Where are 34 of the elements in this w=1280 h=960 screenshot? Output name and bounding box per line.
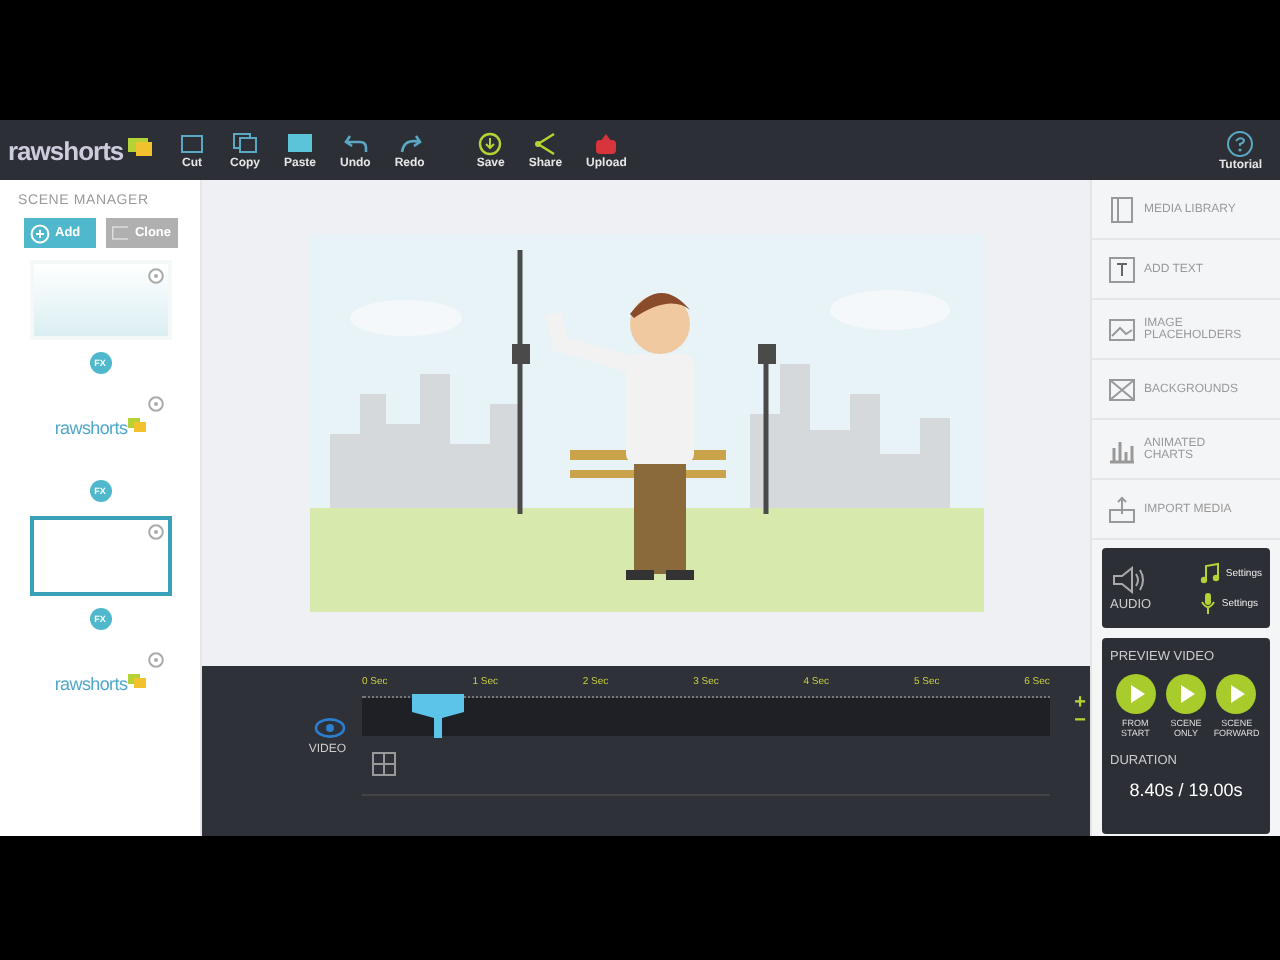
duration-value: 8.40s / 19.00s bbox=[1127, 780, 1245, 800]
box-icon bbox=[178, 131, 206, 155]
zoom-in-button[interactable]: + bbox=[1074, 694, 1086, 712]
undo-icon bbox=[341, 131, 370, 155]
options-icon bbox=[147, 268, 163, 284]
image-icon bbox=[1108, 315, 1136, 343]
board-icon bbox=[286, 131, 314, 155]
scene-thumbnail[interactable] bbox=[29, 516, 171, 596]
options-icon bbox=[147, 652, 163, 668]
redo-icon bbox=[395, 131, 424, 155]
microphone-icon bbox=[1199, 592, 1216, 614]
logo: rawshorts bbox=[8, 135, 124, 165]
pages-icon bbox=[231, 131, 259, 155]
frame-icon bbox=[111, 224, 129, 242]
options-icon bbox=[147, 524, 163, 540]
play-icon bbox=[1216, 674, 1257, 714]
text-icon bbox=[1108, 255, 1136, 283]
speaker-icon bbox=[1112, 565, 1149, 593]
logo: rawshorts bbox=[54, 674, 128, 694]
help-icon bbox=[1226, 129, 1255, 157]
grid-icon bbox=[372, 752, 396, 776]
playhead[interactable] bbox=[411, 694, 464, 738]
share-icon bbox=[531, 131, 560, 155]
crossed-frame-icon bbox=[1108, 375, 1136, 403]
upload-icon bbox=[1108, 495, 1136, 523]
play-icon bbox=[1115, 674, 1156, 714]
eye-icon bbox=[314, 718, 346, 738]
download-icon bbox=[476, 131, 505, 155]
logo: rawshorts bbox=[54, 418, 128, 438]
plus-circle-icon bbox=[29, 223, 49, 243]
zoom-out-button[interactable]: − bbox=[1074, 712, 1086, 730]
options-icon bbox=[147, 396, 163, 412]
music-note-icon bbox=[1199, 562, 1220, 584]
play-icon bbox=[1165, 674, 1206, 714]
